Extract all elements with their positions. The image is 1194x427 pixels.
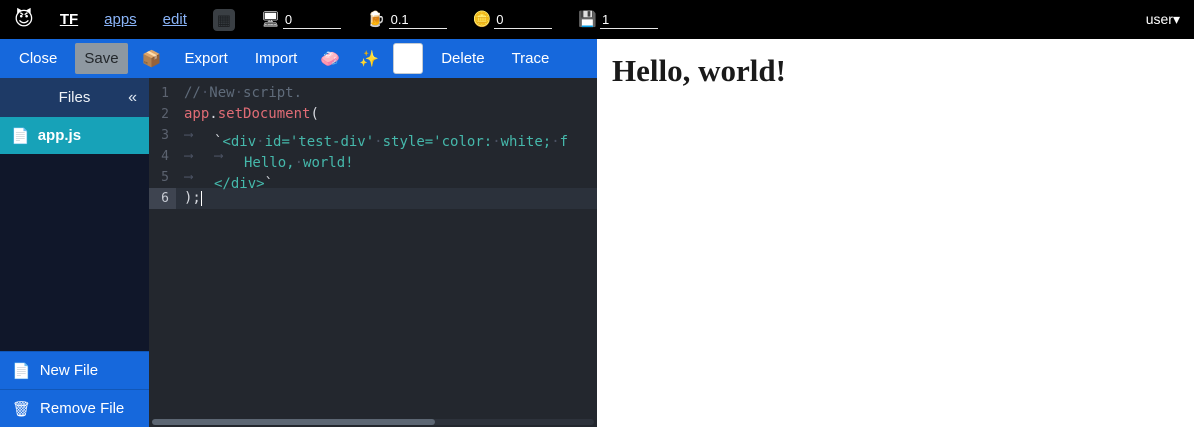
preview-pane: Hello, world!: [597, 39, 1194, 427]
scrollbar-thumb[interactable]: [152, 419, 435, 425]
code-text: );: [176, 188, 202, 209]
floppy-counter-value[interactable]: 1: [600, 12, 658, 29]
trash-icon: 🗑: [12, 400, 31, 418]
user-menu[interactable]: user▾: [1146, 11, 1180, 28]
close-button[interactable]: Close: [10, 43, 66, 74]
nav-link-tf[interactable]: TF: [60, 11, 78, 28]
coin-icon: 🪙: [473, 11, 492, 29]
nav-link-edit[interactable]: edit: [163, 11, 187, 28]
files-header: Files «: [0, 78, 149, 117]
nav-link-apps[interactable]: apps: [104, 11, 137, 28]
coin-counter: 🪙 0: [473, 11, 553, 29]
beer-counter-value[interactable]: 0.1: [389, 12, 447, 29]
collapse-sidebar-icon[interactable]: «: [128, 89, 137, 107]
file-name: app.js: [38, 127, 81, 144]
beer-icon: 🍺: [367, 11, 386, 29]
files-sidebar: Files « 📄 app.js 📄 New File 🗑 Remove Fil…: [0, 78, 149, 427]
coin-counter-value[interactable]: 0: [494, 12, 552, 29]
beer-counter: 🍺 0.1: [367, 11, 447, 29]
code-line[interactable]: 3⟶`<div·id='test-div'·style='color:·whit…: [149, 125, 597, 146]
line-number: 5: [149, 167, 176, 188]
code-text: ⟶`<div·id='test-div'·style='color:·white…: [176, 125, 568, 146]
monitor-counter-value[interactable]: 0: [283, 12, 341, 29]
new-file-icon: 📄: [12, 362, 31, 380]
horizontal-scrollbar: [152, 419, 594, 425]
line-number: 1: [149, 83, 176, 104]
remove-file-button[interactable]: 🗑 Remove File: [0, 389, 149, 427]
import-button[interactable]: Import: [246, 43, 307, 74]
files-title: Files: [59, 89, 91, 106]
code-lines: 1//·New·script.2app.setDocument(3⟶`<div·…: [149, 83, 597, 209]
sparkles-icon[interactable]: ✨: [354, 42, 384, 76]
remove-file-label: Remove File: [40, 400, 124, 417]
monitor-counter: 🖥 0: [261, 11, 341, 29]
code-text: ⟶⟶Hello,·world!: [176, 146, 354, 167]
file-item-appjs[interactable]: 📄 app.js: [0, 117, 149, 154]
code-text: //·New·script.: [176, 83, 302, 104]
floppy-icon: 💾: [578, 11, 597, 29]
ide-panel: Close Save 📦 Export Import 🧼 ✨ Delete Tr…: [0, 39, 597, 427]
package-icon[interactable]: 📦: [137, 42, 167, 76]
line-number: 2: [149, 104, 176, 125]
main-area: Close Save 📦 Export Import 🧼 ✨ Delete Tr…: [0, 39, 1194, 427]
editor-toolbar: Close Save 📦 Export Import 🧼 ✨ Delete Tr…: [0, 39, 597, 78]
topbar: 😈 TF apps edit ▦ 🖥 0 🍺 0.1 🪙 0 💾 1 user▾: [0, 0, 1194, 39]
new-file-button[interactable]: 📄 New File: [0, 351, 149, 389]
code-editor[interactable]: 1//·New·script.2app.setDocument(3⟶`<div·…: [149, 78, 597, 427]
code-text: app.setDocument(: [176, 104, 319, 125]
blank-swatch-button[interactable]: [393, 43, 423, 74]
code-line[interactable]: 1//·New·script.: [149, 83, 597, 104]
code-text: ⟶</div>`: [176, 167, 273, 188]
save-button[interactable]: Save: [75, 43, 127, 74]
floppy-counter: 💾 1: [578, 11, 658, 29]
trace-button[interactable]: Trace: [503, 43, 559, 74]
preview-heading: Hello, world!: [612, 53, 1194, 89]
code-line[interactable]: 2app.setDocument(: [149, 104, 597, 125]
grid-icon[interactable]: ▦: [213, 9, 235, 31]
file-icon: 📄: [11, 127, 30, 145]
export-button[interactable]: Export: [175, 43, 236, 74]
line-number: 4: [149, 146, 176, 167]
delete-button[interactable]: Delete: [432, 43, 493, 74]
monitor-icon: 🖥: [261, 11, 280, 29]
line-number: 6: [149, 188, 176, 209]
sidebar-spacer: [0, 154, 149, 351]
soap-icon[interactable]: 🧼: [315, 42, 345, 76]
line-number: 3: [149, 125, 176, 146]
code-line[interactable]: 5⟶</div>`: [149, 167, 597, 188]
devil-logo-icon[interactable]: 😈: [14, 10, 34, 29]
text-cursor: [201, 191, 203, 206]
new-file-label: New File: [40, 362, 98, 379]
